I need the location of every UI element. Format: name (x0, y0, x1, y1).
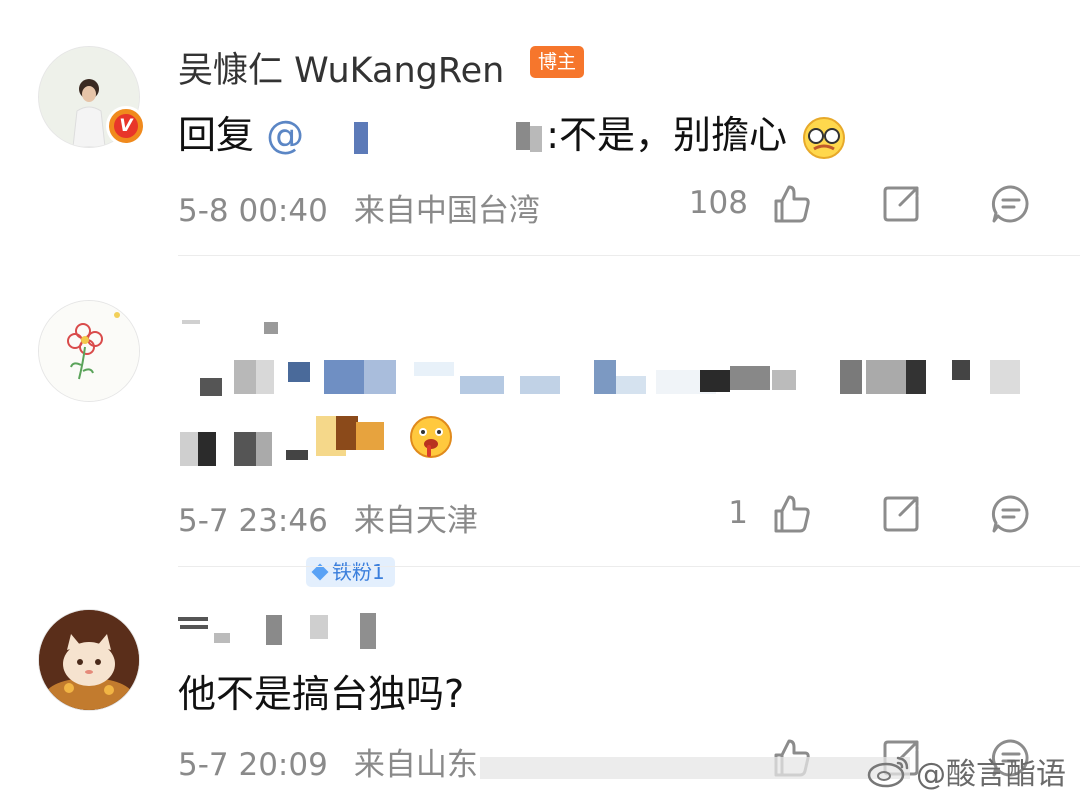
comment-item: 铁粉1 5-7 23:46 来自天津 1 (0, 256, 1080, 587)
like-icon[interactable] (770, 493, 812, 535)
comment-body: :不是，别擔心 (546, 113, 788, 157)
mention-link[interactable]: @ (266, 113, 304, 157)
user-name[interactable]: 吴慷仁 WuKangRen (178, 42, 504, 93)
location: 来自天津 (353, 503, 478, 539)
redacted-comment-text (180, 356, 1040, 466)
redacted-username (178, 611, 388, 651)
like-count: 108 (688, 185, 748, 221)
location: 来自中国台湾 (353, 193, 540, 229)
reply-prefix: 回复 (178, 113, 255, 157)
redacted-username (182, 312, 302, 342)
avatar[interactable] (38, 609, 140, 711)
timestamp: 5-8 00:40 (178, 193, 328, 229)
comment-icon[interactable] (990, 493, 1032, 535)
like-count: 1 (728, 495, 748, 531)
comment-meta: 5-7 23:46 来自天津 (178, 495, 478, 540)
timestamp: 5-7 20:09 (178, 747, 328, 783)
like-icon[interactable] (770, 183, 812, 225)
share-icon[interactable] (880, 493, 922, 535)
location: 来自山东 (353, 747, 478, 783)
watermark: @酸言酯语 (866, 749, 1066, 793)
weibo-logo-icon (867, 756, 909, 788)
timestamp: 5-7 23:46 (178, 503, 328, 539)
comment-text: 他不是搞台独吗? (178, 672, 465, 716)
emoji-icon (410, 416, 452, 458)
watermark-text: @酸言酯语 (916, 757, 1066, 792)
comment-meta: 5-7 20:09 来自山东 (178, 739, 478, 784)
share-icon[interactable] (880, 183, 922, 225)
comment-meta: 5-8 00:40 来自中国台湾 (178, 185, 540, 230)
redacted-username (316, 118, 546, 158)
watermark-blur-strip (480, 747, 910, 787)
verified-badge-icon: V (106, 106, 146, 146)
emoji-icon (803, 116, 846, 159)
avatar[interactable] (38, 300, 140, 402)
comment-item: V 吴慷仁 WuKangRen 博主 回复 @ :不是，别擔心 5-8 00:4… (0, 0, 1080, 255)
comment-text: 回复 @ :不是，别擔心 (178, 104, 847, 161)
blogger-badge: 博主 (530, 46, 585, 78)
comment-icon[interactable] (990, 183, 1032, 225)
